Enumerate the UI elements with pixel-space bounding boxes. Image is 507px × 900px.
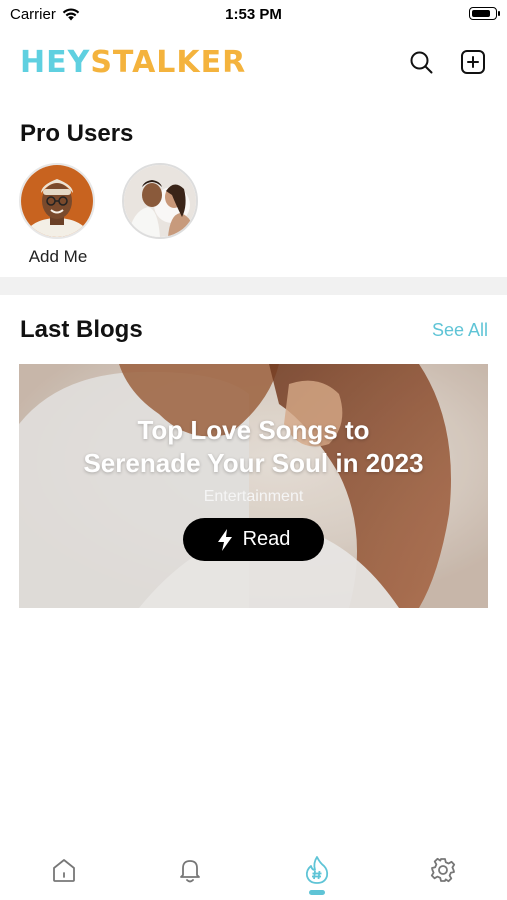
read-button[interactable]: Read: [183, 518, 324, 561]
lightning-icon: [217, 528, 232, 551]
logo-part-stalker: STALKER: [90, 45, 247, 80]
section-divider: [0, 277, 507, 295]
gear-icon: [430, 857, 456, 883]
bell-icon: [180, 860, 200, 883]
add-square-icon: [461, 50, 485, 74]
blog-card-image: [19, 364, 488, 608]
blog-title-line: Top Love Songs to: [137, 415, 370, 445]
pro-users-title: Pro Users: [20, 120, 134, 147]
search-button[interactable]: [407, 48, 435, 76]
hashtag-flame-icon: [305, 856, 329, 884]
app-logo: HEYSTALKER: [20, 45, 246, 80]
status-bar: Carrier 1:53 PM: [0, 0, 507, 30]
active-tab-indicator: [309, 890, 325, 895]
pro-user-avatar[interactable]: [122, 163, 198, 239]
avatar-couple-image: [124, 165, 196, 237]
tab-notifications[interactable]: [173, 853, 207, 887]
tab-settings[interactable]: [426, 853, 460, 887]
pro-user-avatar[interactable]: [19, 163, 95, 239]
home-icon: [53, 859, 75, 882]
read-button-label: Read: [242, 528, 291, 550]
last-blogs-title: Last Blogs: [20, 316, 143, 343]
blog-card[interactable]: Top Love Songs to Serenade Your Soul in …: [19, 364, 488, 608]
see-all-link[interactable]: See All: [432, 320, 488, 341]
pro-user-label: Add Me: [28, 247, 88, 266]
tab-blogs[interactable]: [300, 853, 334, 887]
search-icon: [410, 51, 433, 74]
blog-card-category: Entertainment: [203, 488, 304, 505]
add-post-button[interactable]: [459, 48, 487, 76]
blog-title-line: Serenade Your Soul in 2023: [83, 448, 424, 478]
blog-card-title: Top Love Songs to Serenade Your Soul in …: [19, 414, 488, 480]
logo-part-hey: HEY: [20, 45, 91, 80]
battery-icon: [469, 7, 500, 20]
tab-home[interactable]: [47, 853, 81, 887]
status-time: 1:53 PM: [225, 6, 282, 23]
avatar-man-image: [21, 165, 93, 237]
